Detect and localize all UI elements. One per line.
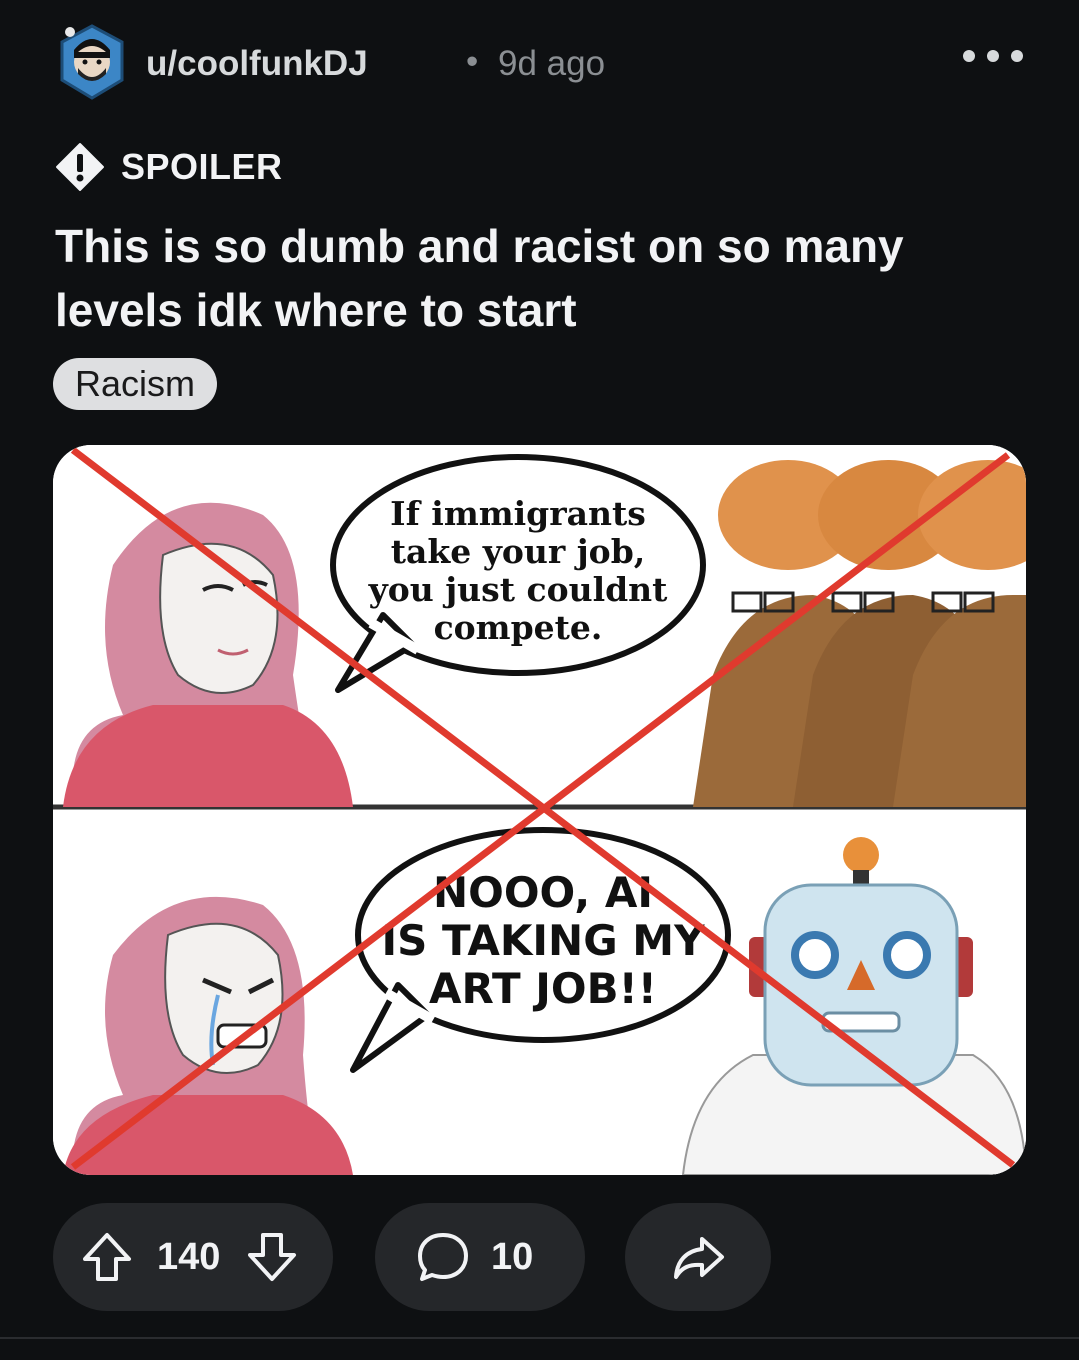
comment-count: 10 (491, 1235, 534, 1278)
separator-dot: • (466, 42, 479, 81)
post-divider (0, 1337, 1079, 1339)
downvote-icon[interactable] (242, 1227, 302, 1287)
comment-icon (418, 1233, 468, 1281)
spoiler-tag: SPOILER (55, 140, 283, 194)
more-options-icon[interactable] (963, 38, 1023, 74)
comments-button[interactable]: 10 (375, 1203, 585, 1311)
share-button[interactable] (625, 1203, 771, 1311)
bottom-bubble-line-3: ART JOB!! (429, 964, 657, 1013)
spoiler-label: SPOILER (121, 146, 283, 187)
three-men-illustration (693, 460, 1026, 807)
post-age: 9d ago (498, 44, 606, 83)
upvote-icon[interactable] (77, 1227, 137, 1287)
top-bubble-line-4: compete. (434, 608, 603, 647)
post-header: u/coolfunkDJ • 9d ago (56, 22, 1023, 106)
vote-pill: 140 (53, 1203, 333, 1311)
user-avatar[interactable] (56, 22, 128, 102)
post-flair[interactable]: Racism (53, 358, 218, 410)
post-title[interactable]: This is so dumb and racist on so many le… (55, 214, 1015, 342)
post-image[interactable]: If immigrants take your job, you just co… (53, 445, 1026, 1175)
share-icon (674, 1237, 724, 1279)
top-bubble-line-1: If immigrants (390, 494, 646, 533)
bottom-bubble-line-1: NOOO, AI (433, 868, 653, 917)
vote-count: 140 (157, 1235, 221, 1278)
top-bubble-line-3: you just couldnt (368, 570, 669, 609)
spoiler-icon (56, 143, 104, 191)
bottom-bubble-line-2: IS TAKING MY (381, 916, 705, 965)
top-bubble-line-2: take your job, (391, 532, 646, 571)
username-link[interactable]: u/coolfunkDJ (146, 44, 368, 84)
